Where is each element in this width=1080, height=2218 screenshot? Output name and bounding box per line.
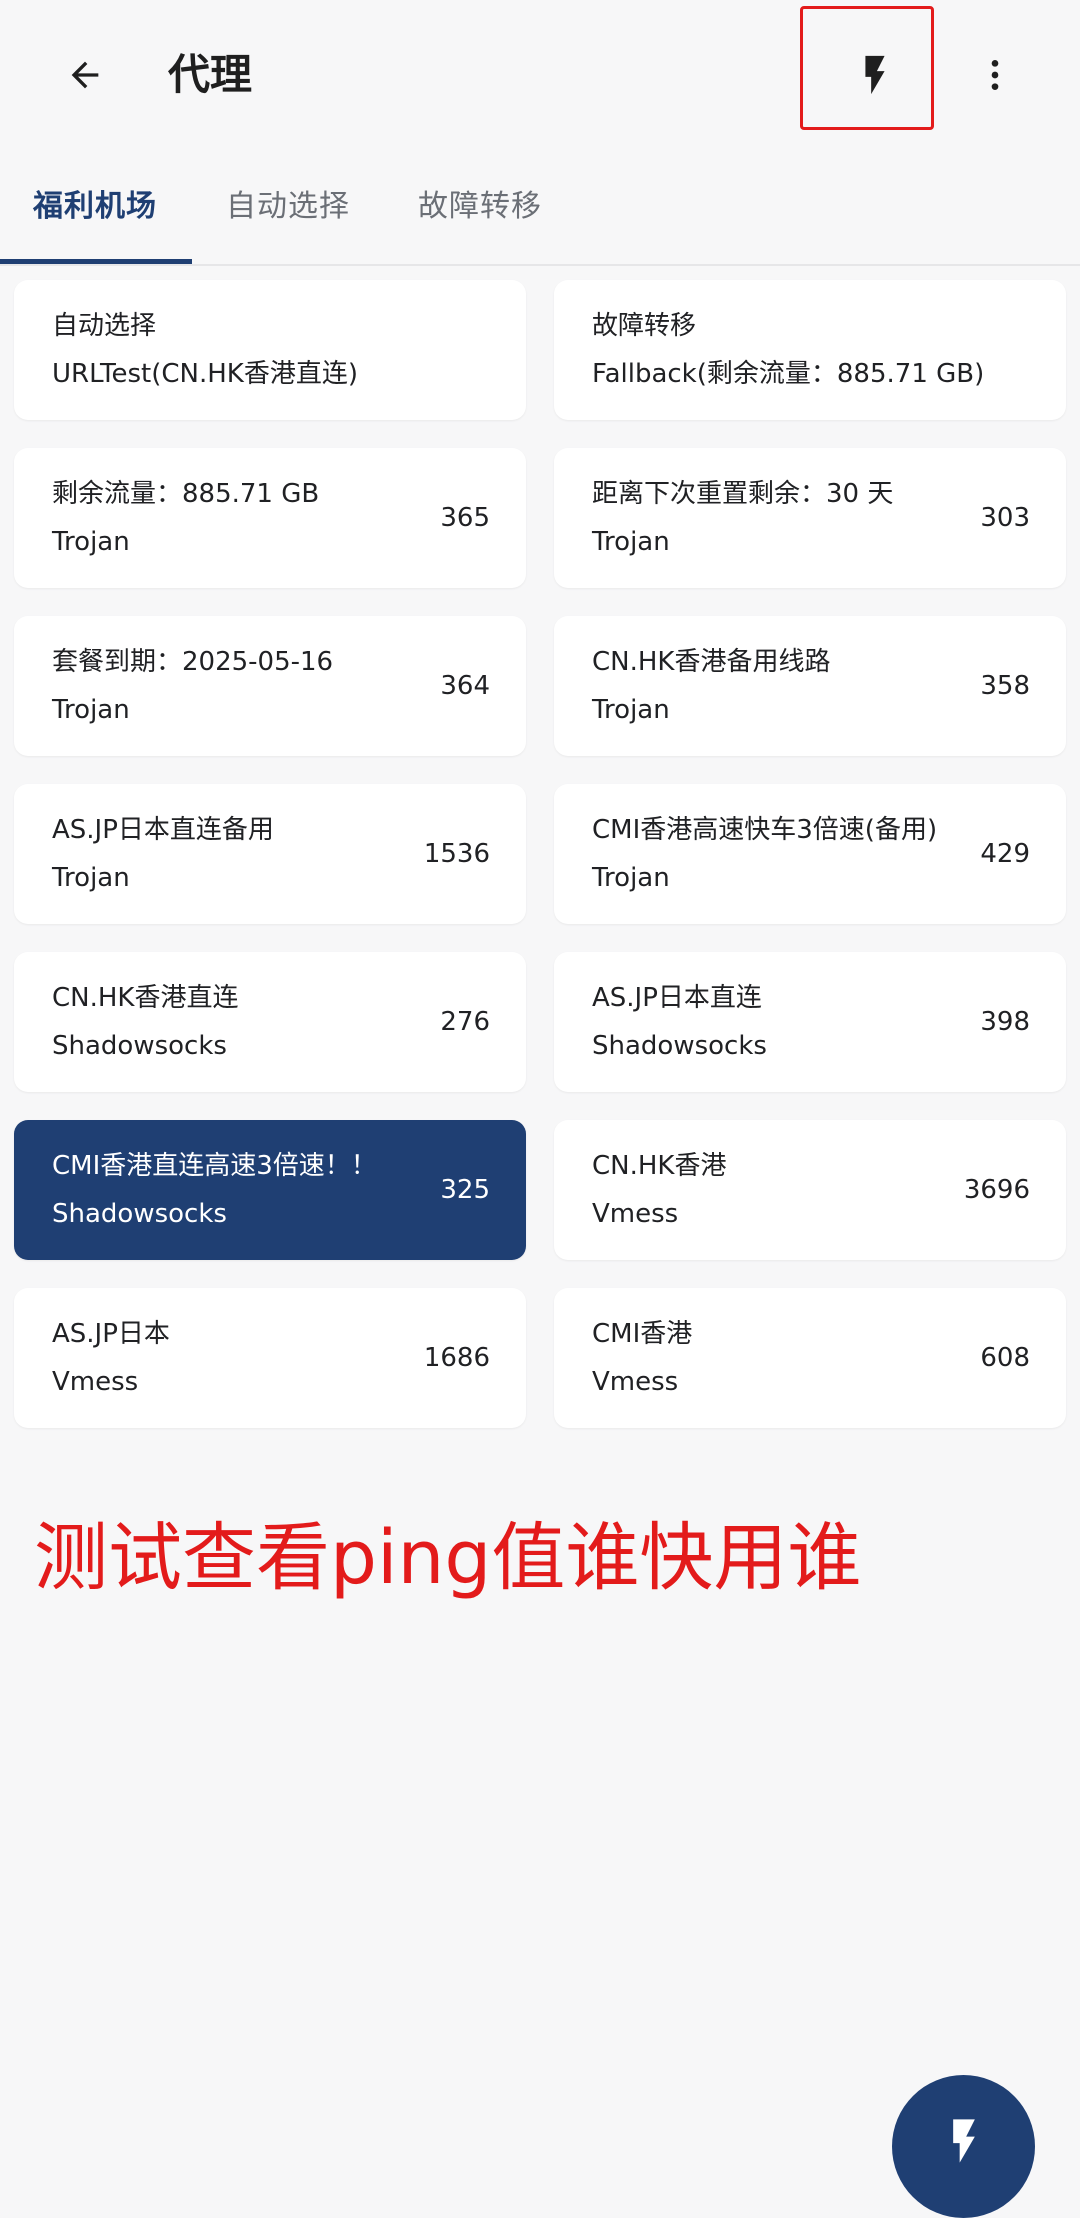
proxy-card[interactable]: 自动选择 URLTest(CN.HK香港直连)	[14, 280, 526, 420]
proxy-card[interactable]: 剩余流量：885.71 GB Trojan 365	[14, 448, 526, 588]
proxy-type: Trojan	[592, 695, 670, 725]
proxy-latency: 398	[980, 1007, 1030, 1037]
proxy-name: CN.HK香港直连	[52, 983, 239, 1013]
more-vert-icon	[991, 60, 999, 90]
proxy-name: CMI香港	[592, 1319, 693, 1349]
proxy-name: AS.JP日本直连备用	[52, 815, 274, 845]
proxy-type: Fallback(剩余流量：885.71 GB)	[592, 359, 985, 389]
more-options-button[interactable]	[960, 35, 1030, 115]
highlight-annotation-box	[800, 6, 934, 130]
proxy-type: Shadowsocks	[592, 1031, 767, 1061]
annotation-text: 测试查看ping值谁快用谁	[34, 1515, 862, 1601]
group-tabs: 福利机场 自动选择 故障转移	[0, 150, 1080, 266]
proxy-card[interactable]: 套餐到期：2025-05-16 Trojan 364	[14, 616, 526, 756]
flash-icon	[952, 2119, 975, 2163]
tab-fallback[interactable]: 故障转移	[418, 185, 542, 229]
proxy-latency: 276	[440, 1007, 490, 1037]
app-bar: 代理	[0, 0, 1080, 150]
tab-fuli-airport[interactable]: 福利机场	[33, 185, 157, 229]
proxy-type: Shadowsocks	[52, 1199, 227, 1229]
proxy-type: Trojan	[52, 863, 130, 893]
proxy-card[interactable]: 距离下次重置剩余：30 天 Trojan 303	[554, 448, 1066, 588]
proxy-type: Shadowsocks	[52, 1031, 227, 1061]
proxy-card[interactable]: CN.HK香港备用线路 Trojan 358	[554, 616, 1066, 756]
tab-auto-select[interactable]: 自动选择	[226, 185, 350, 229]
latency-test-fab[interactable]	[892, 2075, 1035, 2218]
proxy-name: CN.HK香港备用线路	[592, 647, 831, 677]
proxy-name: AS.JP日本	[52, 1319, 170, 1349]
proxy-card[interactable]: AS.JP日本直连备用 Trojan 1536	[14, 784, 526, 924]
proxy-card[interactable]: CMI香港 Vmess 608	[554, 1288, 1066, 1428]
proxy-name: 套餐到期：2025-05-16	[52, 647, 334, 677]
proxy-latency: 608	[980, 1343, 1030, 1373]
proxy-type: Vmess	[52, 1367, 139, 1397]
proxy-latency: 358	[980, 671, 1030, 701]
proxy-name: AS.JP日本直连	[592, 983, 762, 1013]
proxy-card[interactable]: AS.JP日本 Vmess 1686	[14, 1288, 526, 1428]
proxy-type: Vmess	[592, 1367, 679, 1397]
arrow-left-icon	[71, 61, 99, 89]
proxy-type: Trojan	[592, 863, 670, 893]
proxy-latency: 303	[980, 503, 1030, 533]
page-title: 代理	[168, 50, 253, 99]
proxy-card[interactable]: CN.HK香港直连 Shadowsocks 276	[14, 952, 526, 1092]
back-button[interactable]	[50, 40, 120, 110]
proxy-latency: 325	[440, 1175, 490, 1205]
proxy-name: 自动选择	[52, 311, 157, 341]
proxy-card[interactable]: CN.HK香港 Vmess 3696	[554, 1120, 1066, 1260]
tab-indicator	[0, 259, 192, 264]
proxy-type: Trojan	[52, 695, 130, 725]
proxy-type: Trojan	[592, 527, 670, 557]
proxy-name: 距离下次重置剩余：30 天	[592, 479, 894, 509]
proxy-card[interactable]: CMI香港高速快车3倍速(备用) Trojan 429	[554, 784, 1066, 924]
proxy-latency: 364	[440, 671, 490, 701]
proxy-type: Vmess	[592, 1199, 679, 1229]
proxy-name: 故障转移	[592, 311, 697, 341]
proxy-name: 剩余流量：885.71 GB	[52, 479, 320, 509]
proxy-latency: 1536	[423, 839, 490, 869]
proxy-latency: 1686	[423, 1343, 490, 1373]
proxy-card-selected[interactable]: CMI香港直连高速3倍速！！ Shadowsocks 325	[14, 1120, 526, 1260]
proxy-latency: 3696	[963, 1175, 1030, 1205]
proxy-type: URLTest(CN.HK香港直连)	[52, 359, 358, 389]
proxy-name: CN.HK香港	[592, 1151, 727, 1181]
proxy-name: CMI香港直连高速3倍速！！	[52, 1151, 377, 1181]
proxy-latency: 429	[980, 839, 1030, 869]
proxy-card[interactable]: 故障转移 Fallback(剩余流量：885.71 GB)	[554, 280, 1066, 420]
proxy-latency: 365	[440, 503, 490, 533]
proxy-type: Trojan	[52, 527, 130, 557]
proxy-name: CMI香港高速快车3倍速(备用)	[592, 815, 938, 845]
proxy-card[interactable]: AS.JP日本直连 Shadowsocks 398	[554, 952, 1066, 1092]
